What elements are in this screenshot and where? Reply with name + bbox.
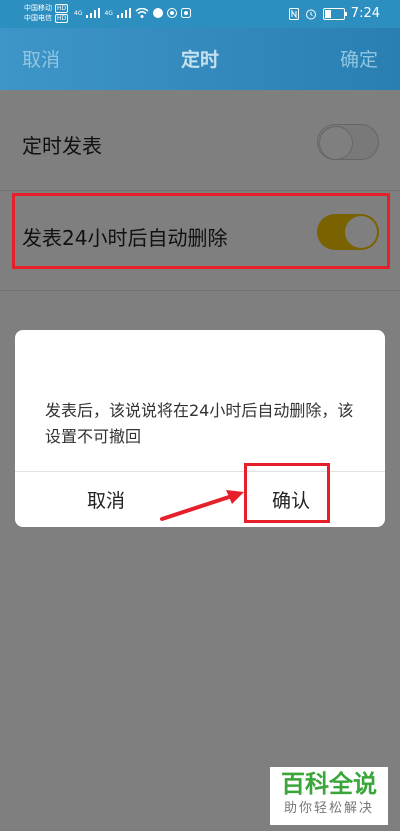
carrier-info: 中国移动 HD 中国电信 HD [24, 3, 69, 23]
nfc-icon [288, 7, 299, 20]
battery-icon [322, 7, 347, 20]
watermark-logo: 百科全说 助你轻松解决 [270, 767, 388, 825]
status-right: 7:24 [288, 6, 380, 21]
hd-badge: HD [55, 13, 69, 23]
signal-icon [86, 8, 101, 18]
alarm-icon [305, 9, 316, 19]
annotation-arrow-icon [160, 490, 244, 521]
network-type-2: 4G [104, 9, 113, 17]
network-type-1: 4G [74, 9, 83, 17]
dialog-cancel-button[interactable]: 取消 [87, 486, 125, 513]
hd-badge: HD [55, 3, 69, 13]
highlight-box [12, 193, 390, 269]
clock: 7:24 [350, 6, 380, 21]
network-icons: 4G 4G [74, 8, 191, 18]
signal-icon [116, 8, 131, 18]
status-bar: 中国移动 HD 中国电信 HD 4G 4G 7:24 [0, 0, 400, 28]
dialog-message: 发表后，该说说将在24小时后自动删除，该设置不可撤回 [45, 401, 354, 446]
watermark-subtitle: 助你轻松解决 [283, 801, 374, 816]
highlight-box [244, 463, 330, 523]
header-confirm-button[interactable]: 确定 [340, 45, 378, 72]
app-notification-icon [166, 8, 177, 18]
camera-app-icon [180, 8, 191, 18]
nav-header: 取消 定时 确定 [0, 28, 400, 90]
carrier-1: 中国移动 [24, 4, 52, 12]
wifi-icon [135, 8, 149, 18]
watermark-title: 百科全说 [281, 770, 377, 798]
app-notification-icon [152, 8, 163, 18]
carrier-2: 中国电信 [24, 14, 52, 22]
